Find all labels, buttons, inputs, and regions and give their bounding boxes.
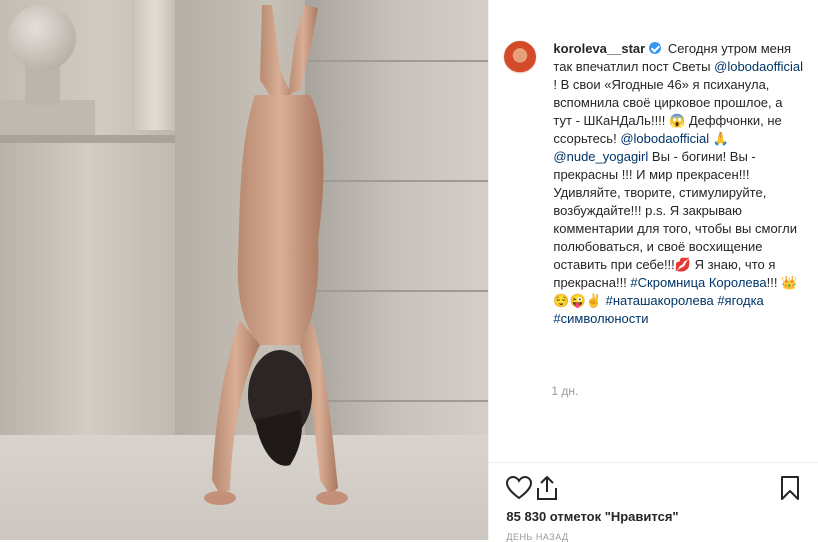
author-username[interactable]: koroleva__star bbox=[553, 41, 645, 56]
photo-finial-stem bbox=[25, 65, 60, 105]
action-bar bbox=[505, 474, 810, 502]
photo-pillar bbox=[135, 0, 175, 130]
caption-body: koroleva__star Сегодня утром меня так вп… bbox=[553, 40, 803, 328]
hashtag-link[interactable]: #ягодка bbox=[717, 293, 763, 308]
heart-outline-icon[interactable] bbox=[505, 474, 533, 502]
verified-badge-icon bbox=[649, 42, 662, 54]
caption-text: Сегодня утром меня так впечатлил пост Св… bbox=[553, 41, 803, 326]
post-details-panel: koroleva__star Сегодня утром меня так вп… bbox=[488, 0, 818, 542]
avatar[interactable] bbox=[503, 40, 538, 74]
mention-link[interactable]: @lobodaofficial bbox=[714, 59, 803, 74]
caption-comment: koroleva__star Сегодня утром меня так вп… bbox=[503, 40, 813, 328]
share-icon[interactable] bbox=[533, 474, 561, 502]
photo-figure bbox=[204, 5, 348, 505]
emoji-icon: 💋 bbox=[674, 257, 691, 272]
bookmark-icon[interactable] bbox=[776, 474, 804, 502]
hashtag-link[interactable]: #наташакоролева bbox=[606, 293, 714, 308]
caption-segment: Вы - богини! Вы - прекрасны !!! И мир пр… bbox=[553, 149, 797, 272]
hashtag-link[interactable]: #Скромница Королева bbox=[630, 275, 766, 290]
photo-finial-base bbox=[0, 100, 95, 135]
post-age[interactable]: ДЕНЬ НАЗАД bbox=[506, 532, 568, 542]
comment-timestamp[interactable]: 1 дн. bbox=[551, 384, 578, 398]
photo-finial-ball bbox=[8, 5, 76, 71]
post-photo[interactable] bbox=[0, 0, 489, 540]
divider bbox=[489, 462, 818, 463]
emoji-icon: 😱 bbox=[669, 113, 686, 128]
caption-segment: !!! bbox=[766, 275, 782, 290]
mention-link[interactable]: @nude_yogagirl bbox=[553, 149, 648, 164]
emoji-icon: 🙏 bbox=[712, 131, 729, 146]
mention-link[interactable]: @lobodaofficial bbox=[620, 131, 709, 146]
likes-count[interactable]: 85 830 отметок "Нравится" bbox=[506, 509, 678, 524]
hashtag-link[interactable]: #символюности bbox=[553, 311, 648, 326]
instagram-post: koroleva__star Сегодня утром меня так вп… bbox=[0, 0, 818, 542]
